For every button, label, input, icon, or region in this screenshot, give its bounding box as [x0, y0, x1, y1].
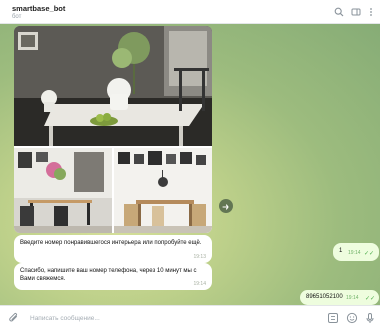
message-text: Спасибо, напишите ваш номер телефона, че…: [20, 268, 197, 282]
message-time: 19:14: [348, 250, 361, 256]
interior-photo-2[interactable]: [14, 148, 112, 233]
outgoing-message[interactable]: 1 19:14 ✓✓: [333, 243, 379, 261]
search-icon[interactable]: [334, 7, 344, 17]
message-time: 19:13: [193, 254, 206, 260]
interior-photo-3[interactable]: [114, 148, 212, 233]
message-text: 89651052100: [306, 294, 343, 300]
interior-photo-1[interactable]: [14, 26, 212, 146]
chat-header: smartbase_bot бот: [0, 0, 380, 24]
outgoing-message[interactable]: 89651052100 19:14 ✓✓: [300, 290, 379, 305]
sidebar-icon[interactable]: [351, 7, 361, 17]
share-button[interactable]: [219, 199, 233, 213]
chat-title[interactable]: smartbase_bot: [12, 4, 65, 13]
bot-commands-icon[interactable]: [327, 312, 339, 324]
more-icon[interactable]: [366, 7, 376, 17]
message-composer: [0, 305, 380, 329]
message-time: 19:14: [193, 281, 206, 287]
emoji-icon[interactable]: [346, 312, 358, 324]
incoming-message[interactable]: Введите номер понравившегося интерьера и…: [14, 235, 212, 263]
message-input[interactable]: [30, 311, 290, 325]
read-checks-icon: ✓✓: [364, 296, 375, 302]
photo-album[interactable]: [14, 26, 212, 233]
incoming-message[interactable]: Спасибо, напишите ваш номер телефона, че…: [14, 263, 212, 290]
chat-subtitle: бот: [12, 14, 22, 20]
paperclip-icon[interactable]: [8, 312, 20, 324]
message-time: 19:14: [346, 295, 359, 301]
read-checks-icon: ✓✓: [363, 251, 374, 257]
message-text: 1: [339, 248, 343, 254]
message-text: Введите номер понравившегося интерьера и…: [20, 240, 202, 246]
microphone-icon[interactable]: [364, 312, 376, 324]
chat-area[interactable]: Введите номер понравившегося интерьера и…: [0, 24, 380, 305]
